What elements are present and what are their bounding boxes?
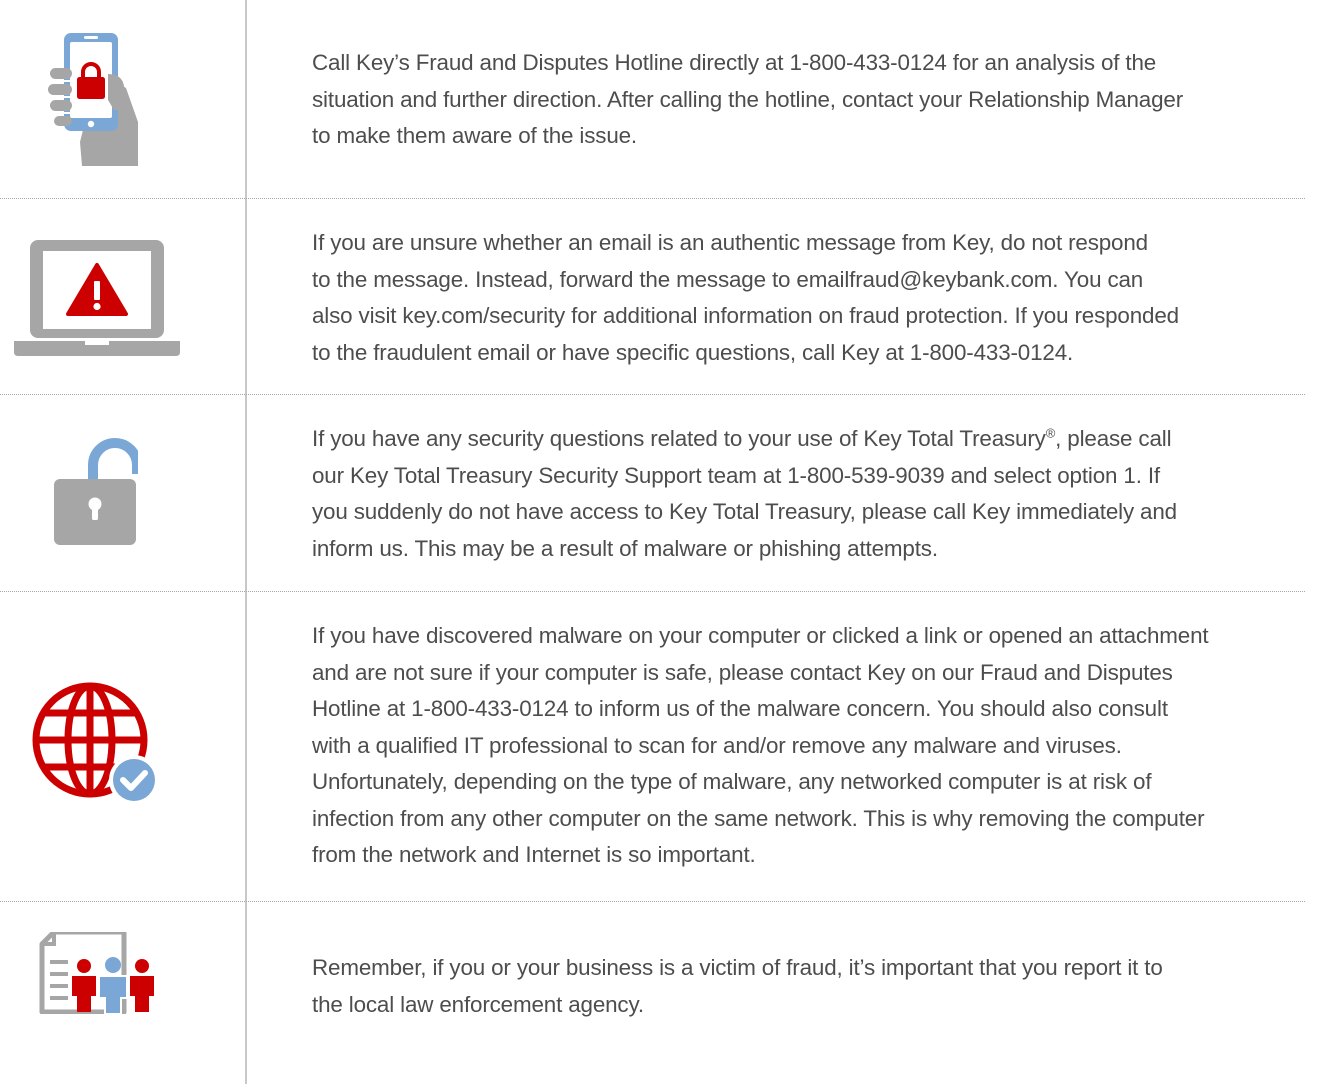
text-line: inform us. This may be a result of malwa… (312, 535, 938, 561)
text-line: with a qualified IT professional to scan… (312, 732, 1122, 758)
text-line-segment: , please call (1055, 426, 1172, 451)
item-security-questions-text: If you have any security questions relat… (312, 421, 1177, 567)
registered-trademark: ® (1045, 425, 1056, 441)
item-malware-text: If you have discovered malware on your c… (312, 618, 1209, 874)
text-line: our Key Total Treasury Security Support … (312, 462, 1160, 488)
vertical-divider-line (245, 0, 247, 1084)
document-people-icon (39, 932, 154, 1014)
item-hotline-text: Call Key’s Fraud and Disputes Hotline di… (312, 45, 1183, 155)
text-line: If you are unsure whether an email is an… (312, 230, 1148, 255)
item-email-fraud-text: If you are unsure whether an email is an… (312, 225, 1179, 371)
text-line: Remember, if you or your business is a v… (312, 955, 1163, 980)
row-separator (0, 591, 1305, 592)
item-report-fraud-text: Remember, if you or your business is a v… (312, 950, 1163, 1023)
text-line: situation and further direction. After c… (312, 86, 1183, 112)
text-line: the local law enforcement agency. (312, 991, 644, 1017)
text-line-segment: If you have any security questions relat… (312, 426, 1046, 451)
text-line: you suddenly do not have access to Key T… (312, 499, 1177, 524)
row-separator (0, 901, 1305, 902)
text-line: to make them aware of the issue. (312, 123, 638, 148)
text-line: to the message. Instead, forward the mes… (312, 266, 1144, 292)
text-line: and are not sure if your computer is saf… (312, 659, 1173, 685)
text-line: If you have discovered malware on your c… (312, 623, 1209, 648)
text-line: also visit key.com/security for addition… (312, 303, 1179, 328)
unlocked-padlock-icon (54, 438, 138, 545)
text-line: Hotline at 1-800-433-0124 to inform us o… (312, 696, 1168, 721)
text-line: from the network and Internet is so impo… (312, 842, 756, 867)
mobile-phone-lock-icon (48, 33, 138, 166)
text-line: If you have any security questions relat… (312, 425, 1172, 451)
text-line: Unfortunately, depending on the type of … (312, 769, 1152, 794)
text-line: to the fraudulent email or have specific… (312, 339, 1074, 365)
globe-checkmark-icon (32, 682, 159, 805)
laptop-warning-icon (14, 240, 180, 356)
row-separator (0, 198, 1305, 199)
row-separator (0, 394, 1305, 395)
text-line: infection from any other computer on the… (312, 805, 1205, 831)
text-line: Call Key’s Fraud and Disputes Hotline di… (312, 50, 1157, 75)
